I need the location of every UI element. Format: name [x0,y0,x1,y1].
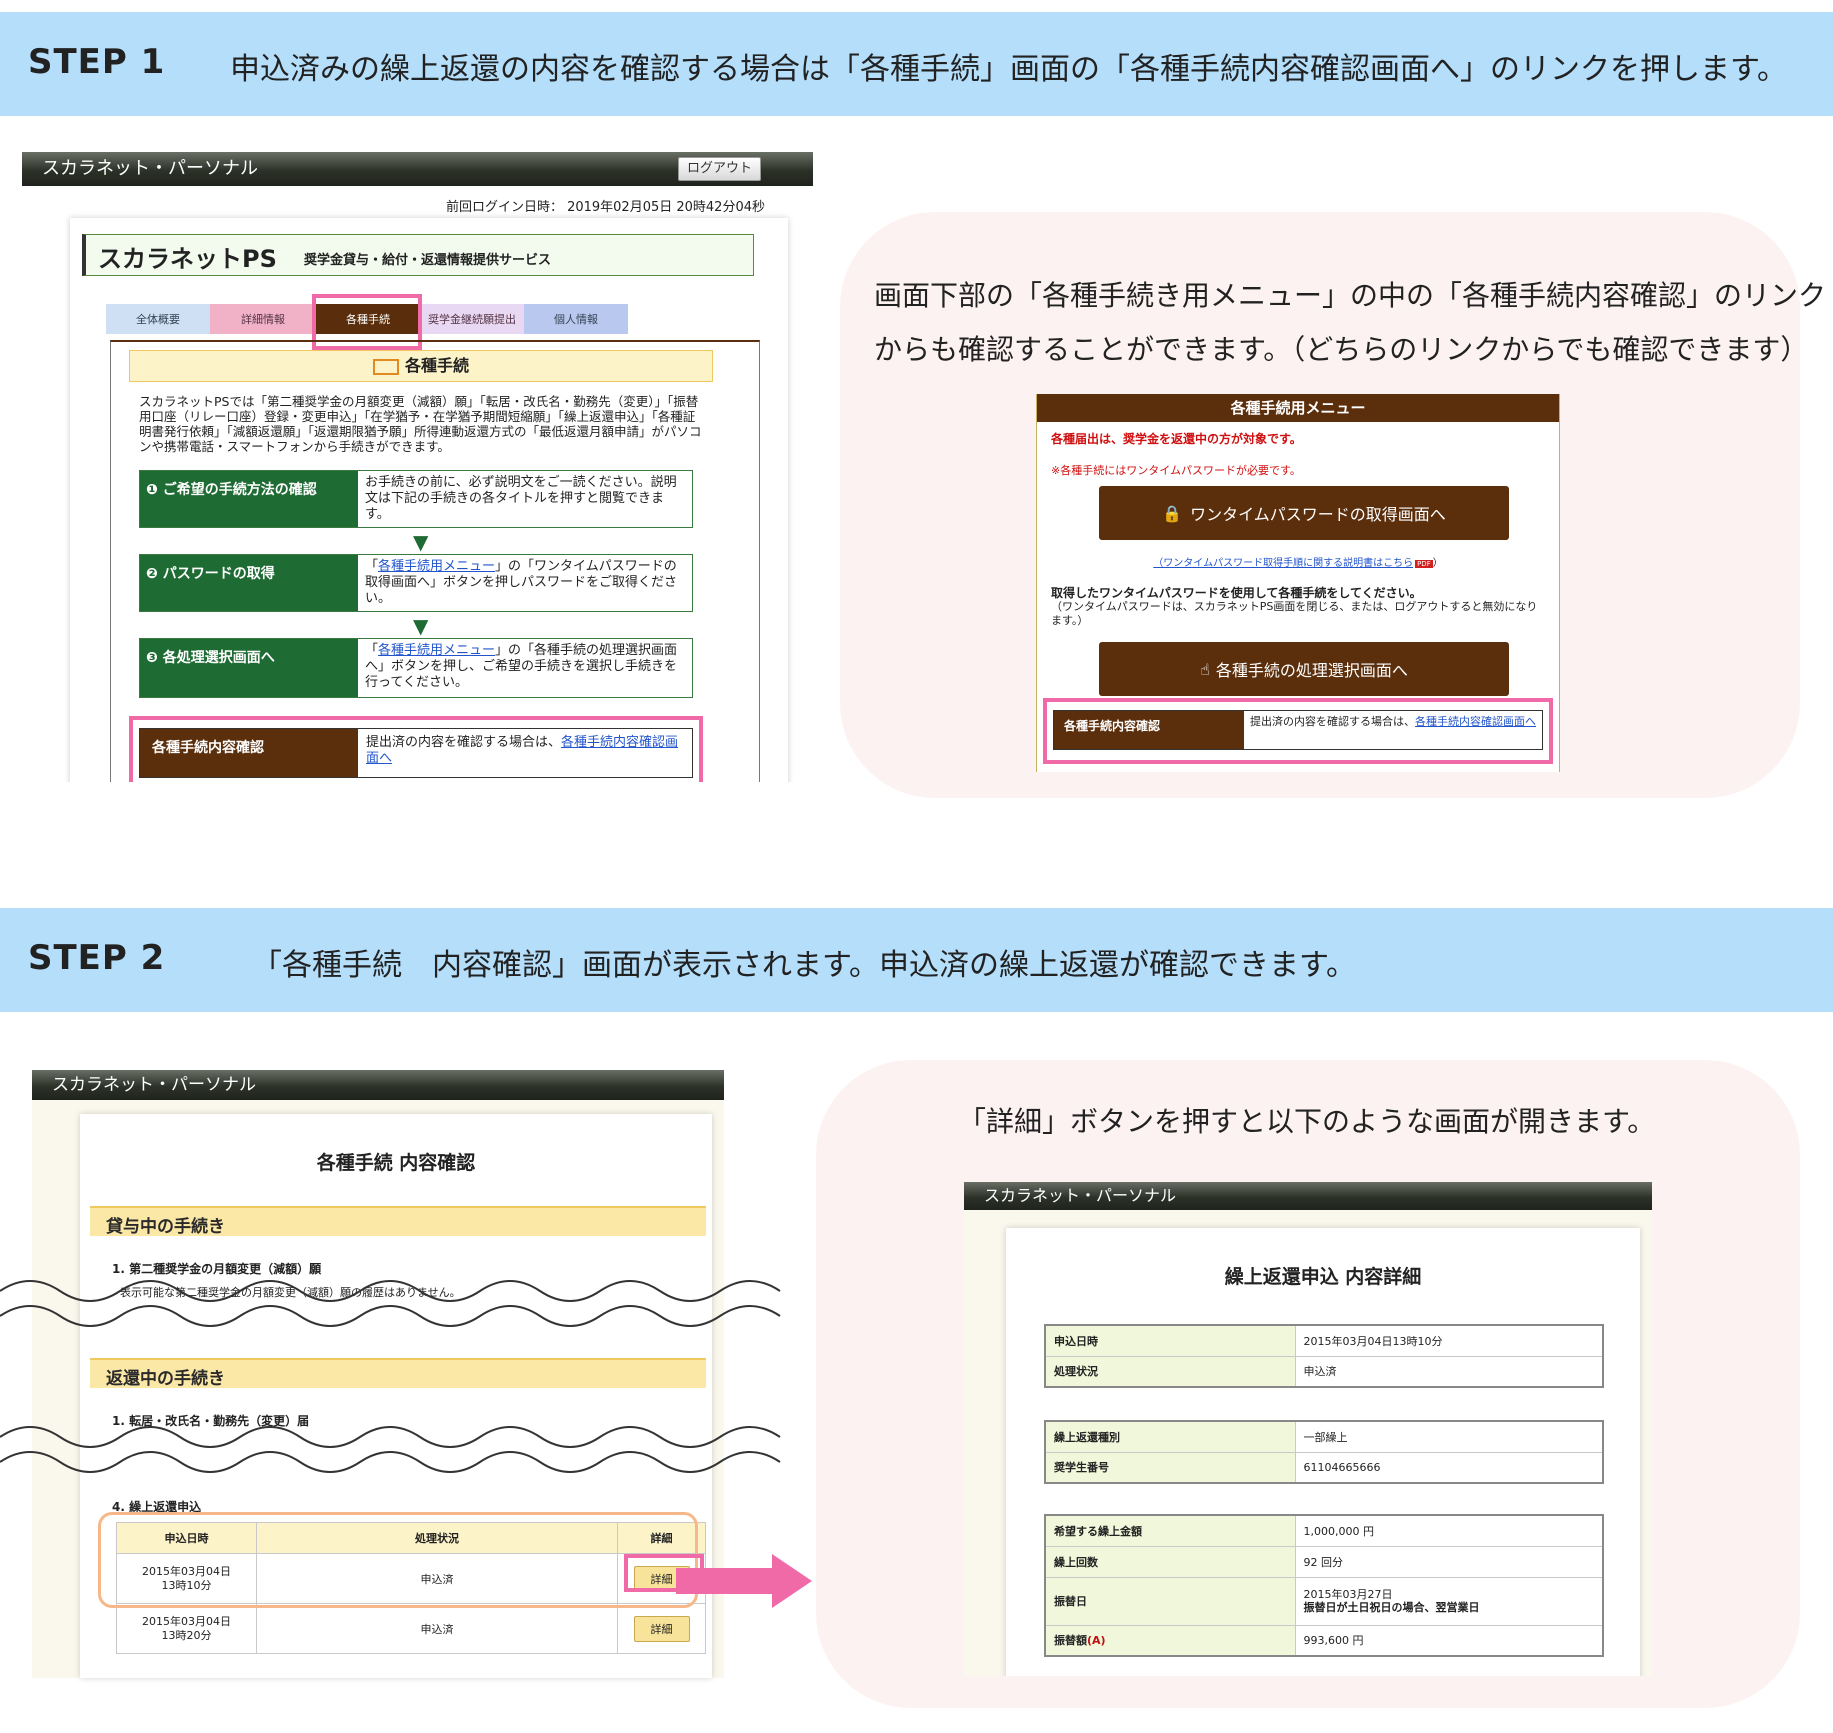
key-transfer-amount: 振替額(A) [1044,1624,1296,1657]
main-panel: スカラネットPS 奨学金貸与・給付・返還情報提供サービス 全体概要 詳細情報 各… [70,218,788,782]
confirm-card: 各種手続 内容確認 貸与中の手続き 1. 第二種奨学金の月額変更（減額）願 表示… [80,1114,712,1678]
window-title: スカラネット・パーソナル [42,158,258,179]
menu-warning-otp: ※各種手続にはワンタイムパスワードが必要です。 [1051,464,1301,477]
monitor-icon [372,358,399,375]
pdf-icon: PDF [1415,560,1433,568]
step2-label: STEP 2 [28,938,166,978]
tab-details[interactable]: 詳細情報 [210,304,316,334]
otp-help-link[interactable]: （ワンタイムパスワード取得手順に関する説明書はこちら [1153,558,1413,569]
step3-title[interactable]: ❸ 各処理選択画面へ [140,639,358,697]
val-count: 92 回分 [1294,1545,1604,1578]
step1-bar: STEP 1 申込済みの繰上返還の内容を確認する場合は「各種手続」画面の「各種手… [0,12,1833,116]
val-apply-date: 2015年03月04日13時10分 [1294,1324,1604,1357]
window-title: スカラネット・パーソナル [984,1186,1177,1205]
step1-label: STEP 1 [28,42,166,82]
section-title-bar: 各種手続 [129,350,713,382]
section-repayment: 返還中の手続き [90,1358,706,1389]
page-title: 各種手続 内容確認 [316,1152,476,1174]
intro-text: スカラネットPSでは「第二種奨学金の月額変更（減額）願」「転居・改氏名・勤務先（… [139,394,702,454]
note1-line1: 画面下部の「各種手続き用メニュー」の中の「各種手続内容確認」のリンク [874,279,1827,312]
step2-text: 「各種手続 内容確認」画面が表示されます。申込済の繰上返還が確認できます。 [252,948,1356,983]
key-count: 繰上回数 [1044,1545,1296,1578]
screenshot-detail: スカラネット・パーソナル 繰上返還申込 内容詳細 申込日時 2015年03月04日… [964,1182,1652,1676]
arrow-down-icon: ▼ [413,614,429,638]
detail-table-2: 繰上返還種別 一部繰上 奨学生番号 61104665666 [1044,1420,1604,1484]
window-titlebar: スカラネット・パーソナル ログアウト [22,152,813,186]
val-transfer-date: 2015年03月27日 振替日が土日祝日の場合、翌営業日 [1294,1576,1604,1626]
select-screen-button[interactable]: ☝ 各種手続の処理選択画面へ [1099,642,1509,696]
hand-pointer-icon: ☝ [1200,659,1210,679]
tab-overview[interactable]: 全体概要 [106,304,210,334]
detail-table-3: 希望する繰上金額 1,000,000 円 繰上回数 92 回分 振替日 2015年03… [1044,1514,1604,1657]
key-transfer-date: 振替日 [1044,1576,1296,1626]
val-amount: 1,000,000 円 [1294,1514,1604,1547]
menu-panel: 各種手続用メニュー 各種届出は、奨学金を返還中の方が対象です。 ※各種手続にはワ… [1036,394,1560,772]
highlight-confirm [129,716,703,782]
note-bubble-2: 「詳細」ボタンを押すと以下のような画面が開きます。 スカラネット・パーソナル 繰… [816,1060,1800,1708]
logout-button[interactable]: ログアウト [677,157,761,181]
window-title: スカラネット・パーソナル [52,1075,256,1095]
step2-title[interactable]: ❷ パスワードの取得 [140,555,358,611]
menu-link[interactable]: 各種手続用メニュー [378,643,495,658]
procedures-content: 各種手続 スカラネットPSでは「第二種奨学金の月額変更（減額）願」「転居・改氏名… [110,340,760,782]
otp-button[interactable]: 🔒 ワンタイムパスワードの取得画面へ [1099,486,1509,540]
note2-text: 「詳細」ボタンを押すと以下のような画面が開きます。 [958,1105,1656,1138]
row-date: 2015年03月04日 13時20分 [116,1603,257,1654]
detail-table-1: 申込日時 2015年03月04日13時10分 処理状況 申込済 [1044,1324,1604,1388]
step2-desc: 「各種手続用メニュー」の「ワンタイムパスワードの取得画面へ」ボタンを押しパスワー… [365,559,678,606]
window-titlebar: スカラネット・パーソナル [32,1070,724,1100]
val-status: 申込済 [1294,1355,1604,1388]
menu-title: 各種手続用メニュー [1037,394,1559,422]
step3-desc: 「各種手続用メニュー」の「各種手続の処理選択画面へ」ボタンを押し、ご希望の手続き… [365,643,678,690]
section-lending: 貸与中の手続き [90,1206,706,1237]
tab-continuation[interactable]: 奨学金継続願提出 [420,304,524,334]
last-login: 前回ログイン日時： 2019年02月05日 20時42分04秒 [445,200,765,215]
key-repay-type: 繰上返還種別 [1044,1420,1296,1453]
key-status: 処理状況 [1044,1355,1296,1388]
window-titlebar: スカラネット・パーソナル [964,1182,1652,1210]
arrow-right-icon [676,1554,812,1608]
wave-cut-2 [0,1426,781,1473]
step1-text: 申込済みの繰上返還の内容を確認する場合は「各種手続」画面の「各種手続内容確認画面… [230,52,1787,87]
step-list: ❶ ご希望の手続方法の確認 お手続きの前に、必ず説明文をご一読ください。説明文は… [139,470,693,706]
note1-line2: からも確認することができます。（どちらのリンクからでも確認できます） [874,333,1809,366]
detail-button[interactable]: 詳細 [633,1615,690,1642]
key-amount: 希望する繰上金額 [1044,1514,1296,1547]
step2-bar: STEP 2 「各種手続 内容確認」画面が表示されます。申込済の繰上返還が確認で… [0,908,1833,1012]
table-row: 2015年03月04日 13時20分 申込済 詳細 [116,1603,706,1654]
brand-name: スカラネットPS [98,245,277,273]
otp-note: （ワンタイムパスワードは、スカラネットPS画面を閉じる、または、ログアウトすると… [1051,600,1538,627]
step-row-2: ❷ パスワードの取得 「各種手続用メニュー」の「ワンタイムパスワードの取得画面へ… [139,554,693,612]
step1-title[interactable]: ❶ ご希望の手続方法の確認 [140,471,358,527]
menu-warning: 各種届出は、奨学金を返還中の方が対象です。 [1051,432,1302,446]
detail-card: 繰上返還申込 内容詳細 申込日時 2015年03月04日13時10分 処理状況 申込… [1006,1228,1640,1676]
highlight-row [98,1512,698,1608]
screenshot-confirm-list: スカラネット・パーソナル 各種手続 内容確認 貸与中の手続き 1. 第二種奨学金… [0,1070,781,1678]
detail-title: 繰上返還申込 内容詳細 [1224,1266,1422,1288]
row-detail-cell: 詳細 [617,1603,706,1654]
otp-help: （ワンタイムパスワード取得手順に関する説明書はこちら PDF） [1153,558,1443,569]
val-student-no: 61104665666 [1294,1451,1604,1484]
service-name: 奨学金貸与・給付・返還情報提供サービス [304,253,552,268]
note-bubble-1: 画面下部の「各種手続き用メニュー」の中の「各種手続内容確認」のリンク からも確認… [840,212,1826,798]
key-student-no: 奨学生番号 [1044,1451,1296,1484]
arrow-down-icon: ▼ [413,530,429,554]
menu-link[interactable]: 各種手続用メニュー [378,559,495,574]
key-apply-date: 申込日時 [1044,1324,1296,1357]
section-title: 各種手続 [404,356,469,375]
val-transfer-amount: 993,600 円 [1294,1624,1604,1657]
step-row-1: ❶ ご希望の手続方法の確認 お手続きの前に、必ず説明文をご一読ください。説明文は… [139,470,693,528]
highlight-menu-confirm [1043,698,1553,764]
step-row-3: ❸ 各処理選択画面へ 「各種手続用メニュー」の「各種手続の処理選択画面へ」ボタン… [139,638,693,698]
screenshot-procedures: スカラネット・パーソナル ログアウト 前回ログイン日時： 2019年02月05日… [22,152,813,782]
step1-desc: お手続きの前に、必ず説明文をご一読ください。説明文は下記の手続きの各タイトルを押… [365,475,677,522]
wave-cut-1 [0,1280,781,1327]
brand-header: スカラネットPS 奨学金貸与・給付・返還情報提供サービス [82,234,754,276]
otp-note-bold: 取得したワンタイムパスワードを使用して各種手続をしてください。 [1051,586,1422,600]
tab-personal[interactable]: 個人情報 [524,304,628,334]
lock-icon: 🔒 [1162,503,1183,523]
val-repay-type: 一部繰上 [1294,1420,1604,1453]
row-status: 申込済 [256,1603,618,1654]
